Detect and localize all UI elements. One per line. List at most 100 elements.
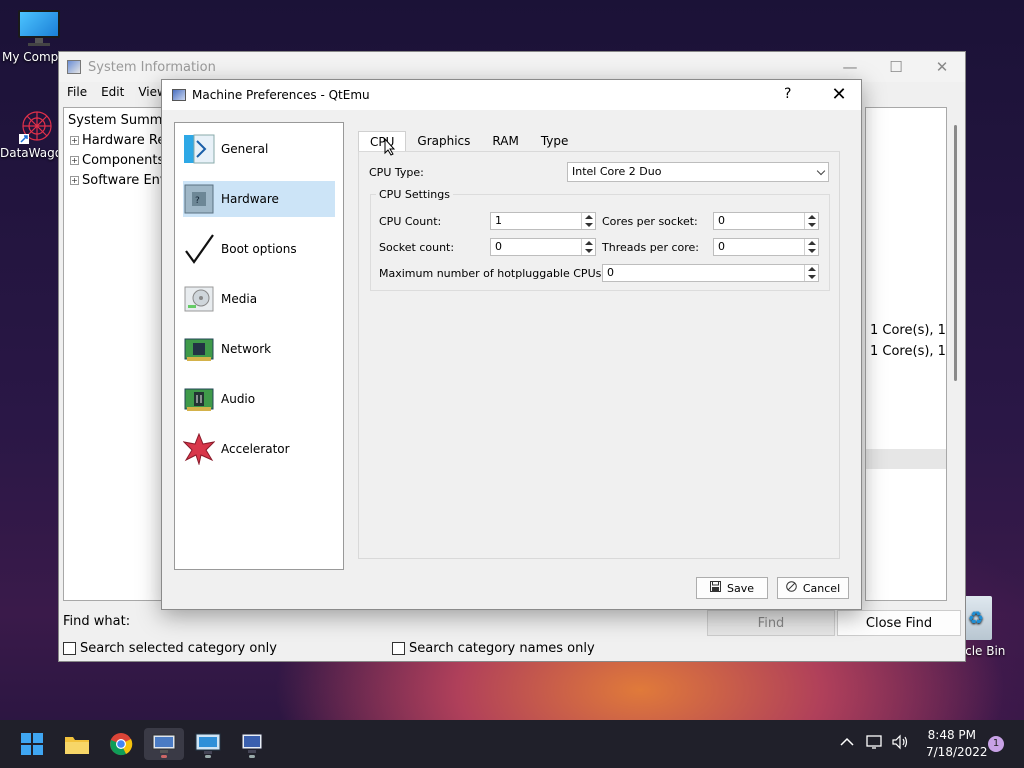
cores-per-socket-spinbox[interactable]: 0	[713, 212, 819, 230]
expand-icon[interactable]: +	[70, 176, 79, 185]
chevron-up-icon[interactable]	[840, 736, 854, 750]
search-selected-checkbox[interactable]: Search selected category only	[63, 641, 277, 656]
tree-item-components[interactable]: + Components	[68, 151, 166, 171]
save-button[interactable]: Save	[696, 577, 768, 599]
cpu-type-select[interactable]: Intel Core 2 Duo	[567, 162, 829, 182]
tree-item-label: Hardware Re	[82, 133, 166, 148]
tab-graphics[interactable]: Graphics	[406, 131, 481, 152]
checkbox-box[interactable]	[63, 642, 76, 655]
cancel-label: Cancel	[802, 581, 841, 595]
tab-ram[interactable]: RAM	[481, 131, 529, 152]
tab-type[interactable]: Type	[530, 131, 580, 152]
taskbar-app-monitor[interactable]	[232, 728, 272, 760]
sidebar-item-label: General	[221, 142, 269, 156]
clock-date: 7/18/2022	[926, 745, 988, 759]
tree-item-system-summary[interactable]: System Summar	[68, 111, 166, 131]
menu-edit[interactable]: Edit	[101, 85, 124, 99]
tree-item-label: Software Env	[82, 173, 167, 188]
sidebar-item-general[interactable]: General	[183, 131, 335, 167]
taskbar-system-information[interactable]	[144, 728, 184, 760]
running-indicator	[249, 755, 255, 758]
cores-per-socket-label: Cores per socket:	[602, 215, 698, 228]
cpu-type-label: CPU Type:	[369, 166, 424, 179]
max-hotplug-spinbox[interactable]: 0	[602, 264, 819, 282]
sidebar-item-accelerator[interactable]: Accelerator	[183, 431, 335, 467]
sidebar-item-hardware[interactable]: ? Hardware	[183, 181, 335, 217]
checkbox-label: Search selected category only	[80, 641, 277, 656]
folder-icon	[65, 737, 89, 754]
chevron-down-icon	[816, 166, 826, 176]
clock[interactable]: 8:48 PM 7/18/2022	[926, 728, 988, 759]
tab-cpu[interactable]: CPU	[358, 131, 407, 153]
details-scrollbar[interactable]	[947, 107, 965, 601]
cpu-settings-title: CPU Settings	[376, 188, 453, 201]
machine-preferences-dialog: Machine Preferences - QtEmu ? ✕ General …	[161, 79, 862, 610]
audio-card-icon	[183, 383, 215, 415]
checkbox-label: Search category names only	[409, 641, 595, 656]
mouse-cursor-icon	[384, 137, 396, 159]
search-names-checkbox[interactable]: Search category names only	[392, 641, 595, 656]
maximize-icon[interactable]: ☐	[873, 52, 919, 82]
dialog-titlebar[interactable]: Machine Preferences - QtEmu	[162, 80, 861, 110]
sidebar-item-label: Media	[221, 292, 258, 306]
close-icon[interactable]: ✕	[824, 83, 854, 107]
accelerator-icon	[183, 433, 215, 465]
spin-arrows-icon[interactable]	[581, 213, 595, 229]
cpu-count-label: CPU Count:	[379, 215, 442, 228]
sysinfo-title: System Information	[88, 59, 216, 75]
sidebar-item-network[interactable]: Network	[183, 331, 335, 367]
network-icon[interactable]	[866, 734, 884, 753]
close-icon[interactable]: ✕	[919, 52, 965, 82]
taskbar-qtemu[interactable]	[188, 728, 228, 760]
expand-icon[interactable]: +	[70, 136, 79, 145]
expand-icon[interactable]: +	[70, 156, 79, 165]
tree-item-software-environment[interactable]: + Software Env	[68, 171, 166, 191]
monitor-app-icon	[241, 733, 263, 753]
tree-item-hardware-resources[interactable]: + Hardware Re	[68, 131, 166, 151]
max-hotplug-value: 0	[607, 266, 614, 279]
datawagon-icon	[17, 106, 57, 146]
cores-per-socket-value: 0	[718, 214, 725, 227]
taskbar-chrome[interactable]	[101, 728, 141, 760]
sidebar-item-media[interactable]: Media	[183, 281, 335, 317]
checkbox-box[interactable]	[392, 642, 405, 655]
taskbar: 8:48 PM 7/18/2022 1	[0, 720, 1024, 768]
spin-arrows-icon[interactable]	[581, 239, 595, 255]
close-find-button[interactable]: Close Find	[837, 610, 961, 636]
category-tree: System Summar + Hardware Re + Components +…	[63, 107, 167, 601]
scrollbar-thumb[interactable]	[954, 125, 957, 381]
checkmark-icon	[183, 233, 215, 265]
qtemu-app-icon	[172, 89, 186, 101]
spin-arrows-icon[interactable]	[804, 265, 818, 281]
hardware-icon: ?	[183, 183, 215, 215]
menu-file[interactable]: File	[67, 85, 87, 99]
volume-icon[interactable]	[891, 734, 909, 753]
taskbar-file-explorer[interactable]	[57, 728, 97, 760]
sidebar-item-label: Accelerator	[221, 442, 290, 456]
find-button[interactable]: Find	[707, 610, 835, 636]
cpu-type-value: Intel Core 2 Duo	[572, 165, 662, 178]
save-label: Save	[726, 581, 754, 595]
minimize-icon[interactable]: —	[827, 52, 873, 82]
spin-arrows-icon[interactable]	[804, 213, 818, 229]
save-icon	[709, 581, 721, 595]
cancel-button[interactable]: Cancel	[777, 577, 849, 599]
socket-count-spinbox[interactable]: 0	[490, 238, 596, 256]
spin-arrows-icon[interactable]	[804, 239, 818, 255]
desktop-icon-recycle-bin[interactable]: ♻ ycle Bin	[958, 596, 1024, 658]
sidebar-item-audio[interactable]: Audio	[183, 381, 335, 417]
detail-line: 1 Core(s), 1 Lo	[870, 323, 946, 338]
general-icon	[183, 133, 215, 165]
start-button[interactable]	[12, 728, 52, 760]
sidebar-item-label: Boot options	[221, 242, 297, 256]
notification-badge[interactable]: 1	[988, 736, 1004, 752]
socket-count-label: Socket count:	[379, 241, 455, 254]
qtemu-icon	[195, 733, 221, 754]
cpu-count-spinbox[interactable]: 1	[490, 212, 596, 230]
dialog-title: Machine Preferences - QtEmu	[192, 88, 370, 102]
help-button[interactable]: ?	[784, 86, 791, 102]
desktop-icon-label: ycle Bin	[958, 644, 1006, 658]
sidebar-item-boot-options[interactable]: Boot options	[183, 231, 335, 267]
socket-count-value: 0	[495, 240, 502, 253]
threads-per-core-spinbox[interactable]: 0	[713, 238, 819, 256]
